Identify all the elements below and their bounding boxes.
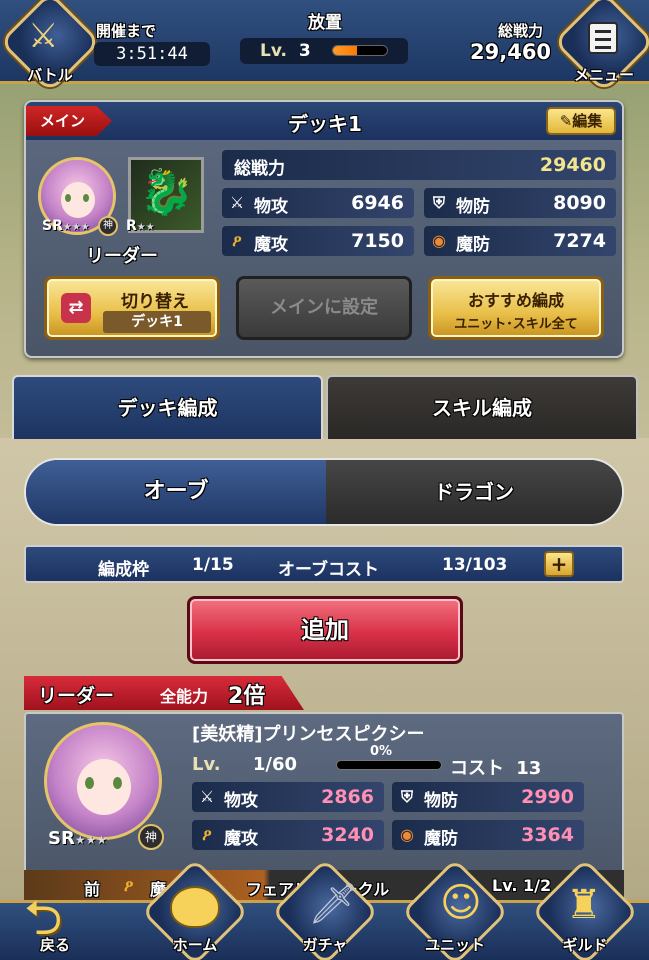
magic-staff-icon: ዖ: [124, 876, 134, 895]
set-main-button[interactable]: メインに設定: [236, 276, 412, 340]
leader-label: リーダー: [86, 246, 158, 267]
sword-icon: ⚔: [229, 193, 245, 212]
battle-button[interactable]: ⚔ バトル: [0, 0, 101, 93]
slots-label: 編成枠: [98, 560, 149, 580]
formation-cost-bar: 編成枠 1/15 オーブコスト 13/103: [24, 545, 624, 583]
leader-unit-cost: コスト 13: [450, 758, 542, 779]
nav-unit[interactable]: ☺ ユニット: [401, 858, 509, 960]
slots-value: 1/15: [192, 555, 234, 575]
unit-character-icon: ☺: [440, 880, 482, 926]
home-cat-icon: [170, 886, 220, 928]
magic-staff-icon: ዖ: [202, 825, 212, 844]
total-power-value: 29,460: [470, 40, 552, 64]
crossed-swords-icon: ⚔: [28, 16, 59, 56]
total-power-label: 総戦力: [498, 22, 544, 40]
timer-label: 開催まで: [96, 22, 157, 40]
idle-mode-label: 放置: [308, 13, 342, 33]
battle-label: バトル: [27, 66, 73, 84]
expand-cost-button[interactable]: +: [544, 551, 574, 577]
shield-icon: ⛨: [432, 193, 445, 212]
player-exp-fill: [333, 46, 358, 55]
leader-stat-phys-def: ⛨ 物防 2990: [392, 782, 584, 812]
leader-rarity: SR★★★: [42, 218, 90, 234]
deck-stat-mag-def: ◉ 魔防 7274: [424, 226, 616, 256]
orb-cost-value: 13/103: [442, 555, 508, 575]
deck-stat-phys-def: ⛨ 物防 8090: [424, 188, 616, 218]
leader-unit-level: Lv. 1/60: [192, 754, 298, 775]
nav-back[interactable]: ⮌ 戻る: [10, 880, 100, 960]
main-deck-tag: メイン: [26, 106, 112, 136]
menu-label: メニュー: [573, 66, 634, 84]
deck-stat-phys-atk: ⚔ 物攻 6946: [222, 188, 414, 218]
segment-orb[interactable]: オーブ: [26, 460, 326, 524]
leader-unit-exp-percent: 0%: [370, 744, 393, 759]
menu-icon: [588, 22, 618, 54]
player-exp-bar: [332, 45, 388, 56]
tab-skill-edit[interactable]: スキル編成: [326, 375, 638, 439]
leader-unit-name: [美妖精]プリンセスピクシー: [192, 724, 425, 745]
magic-staff-icon: ዖ: [232, 231, 242, 250]
deck-stat-mag-atk: ዖ 魔攻 7150: [222, 226, 414, 256]
sword-icon: ⚔: [199, 787, 215, 806]
sword-icon: 🗡: [308, 881, 359, 927]
leader-stat-mag-def: ◉ 魔防 3364: [392, 820, 584, 850]
menu-button[interactable]: メニュー: [553, 0, 649, 93]
add-button[interactable]: 追加: [187, 596, 463, 664]
deck-total-power-label: 総戦力: [234, 159, 285, 179]
shield-icon: ⛨: [400, 787, 413, 806]
magic-shield-icon: ◉: [432, 231, 446, 250]
timer-value: 3:51:44: [94, 42, 210, 66]
player-level-text: Lv. 3: [260, 41, 311, 61]
nav-home[interactable]: ホーム: [141, 858, 249, 960]
tab-deck-edit[interactable]: デッキ編成: [12, 375, 323, 439]
switch-deck-button[interactable]: ⇄ 切り替え デッキ1: [44, 276, 220, 340]
pencil-icon: ✎: [559, 112, 573, 130]
leader-unit-rarity: SR★★★: [48, 828, 108, 849]
nav-gacha[interactable]: 🗡 ガチャ: [271, 858, 379, 960]
switch-icon: ⇄: [61, 293, 91, 323]
leader-stat-mag-atk: ዖ 魔攻 3240: [192, 820, 384, 850]
segment-dragon[interactable]: ドラゴン: [326, 460, 622, 524]
deck-total-power-bar: 総戦力 29460: [222, 150, 616, 180]
leader-unit-rank-badge: 神: [138, 824, 164, 850]
recommended-formation-button[interactable]: おすすめ編成 ユニット･スキル全て: [428, 276, 604, 340]
leader-bonus-tag: リーダー 全能力 2倍: [24, 676, 304, 710]
nav-guild[interactable]: ♜ ギルド: [531, 858, 639, 960]
magic-shield-icon: ◉: [400, 825, 414, 844]
edit-deck-button[interactable]: ✎編集: [546, 107, 616, 135]
orb-cost-label: オーブコスト: [278, 560, 379, 580]
leader-stat-phys-atk: ⚔ 物攻 2866: [192, 782, 384, 812]
deck-title: デッキ1: [288, 112, 362, 136]
leader-unit-avatar[interactable]: [44, 722, 162, 840]
leader-unit-exp-bar: [336, 760, 442, 770]
deck-total-power-value: 29460: [539, 154, 606, 176]
orb-dragon-segment: オーブ ドラゴン: [24, 458, 624, 526]
dragon-icon: 🐉: [139, 167, 194, 218]
leader-rank-badge: 神: [98, 216, 118, 236]
dragon-rarity: R★★: [126, 218, 155, 234]
castle-icon: ♜: [566, 882, 602, 928]
